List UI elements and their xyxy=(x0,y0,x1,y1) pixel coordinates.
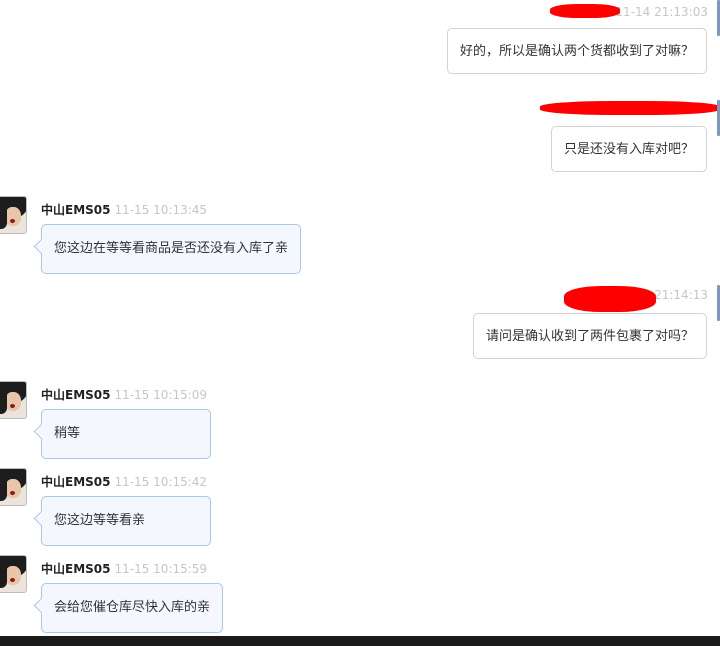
message-bubble[interactable]: 稍等 xyxy=(41,409,211,459)
outgoing-message: 21:14:13 请问是确认收到了两件包裹了对吗？ xyxy=(0,283,720,363)
sender-name[interactable]: 中山EMS05 xyxy=(41,562,110,576)
incoming-message: 中山EMS05 11-15 10:15:42 您这边等等看亲 xyxy=(0,468,400,548)
message-header: 中山EMS05 11-15 10:15:42 xyxy=(41,473,207,490)
message-timestamp: 11-15 10:15:42 xyxy=(114,475,208,489)
outgoing-message: 11-14 21:13:03 好的，所以是确认两个货都收到了对嘛？ xyxy=(0,0,720,80)
redaction-mark xyxy=(550,4,620,18)
message-header: 中山EMS05 11-15 10:13:45 xyxy=(41,201,207,218)
message-bubble[interactable]: 请问是确认收到了两件包裹了对吗？ xyxy=(472,313,707,359)
redaction-mark xyxy=(540,101,720,115)
message-bubble[interactable]: 您这边等等看亲 xyxy=(41,496,211,546)
message-header: 中山EMS05 11-15 10:15:59 xyxy=(41,560,207,577)
bottom-edge xyxy=(0,636,720,646)
avatar[interactable] xyxy=(0,555,27,593)
chat-history[interactable]: 11-14 21:13:03 好的，所以是确认两个货都收到了对嘛？ 只是还没有入… xyxy=(0,0,720,636)
message-bubble[interactable]: 好的，所以是确认两个货都收到了对嘛？ xyxy=(446,28,707,74)
message-timestamp: 11-15 10:15:09 xyxy=(114,388,208,402)
message-timestamp: 11-15 10:13:45 xyxy=(114,203,208,217)
message-timestamp: 11-15 10:15:59 xyxy=(114,562,208,576)
avatar[interactable] xyxy=(0,196,27,234)
sender-name[interactable]: 中山EMS05 xyxy=(41,475,110,489)
incoming-message: 中山EMS05 11-15 10:15:09 稍等 xyxy=(0,381,400,461)
message-timestamp: 21:14:13 xyxy=(654,288,708,302)
incoming-message: 中山EMS05 11-15 10:13:45 您这边在等等看商品是否还没有入库了亲 xyxy=(0,196,400,276)
message-bubble[interactable]: 只是还没有入库对吧？ xyxy=(550,126,707,172)
avatar[interactable] xyxy=(0,468,27,506)
avatar[interactable] xyxy=(0,381,27,419)
message-header: 中山EMS05 11-15 10:15:09 xyxy=(41,386,207,403)
outgoing-message: 只是还没有入库对吧？ xyxy=(0,98,720,178)
incoming-message: 中山EMS05 11-15 10:15:59 会给您催仓库尽快入库的亲 xyxy=(0,555,400,635)
sender-name[interactable]: 中山EMS05 xyxy=(41,203,110,217)
message-bubble[interactable]: 您这边在等等看商品是否还没有入库了亲 xyxy=(41,224,302,274)
redaction-mark xyxy=(564,286,656,312)
message-bubble[interactable]: 会给您催仓库尽快入库的亲 xyxy=(41,583,224,633)
message-timestamp: 11-14 21:13:03 xyxy=(615,5,708,19)
sender-name[interactable]: 中山EMS05 xyxy=(41,388,110,402)
